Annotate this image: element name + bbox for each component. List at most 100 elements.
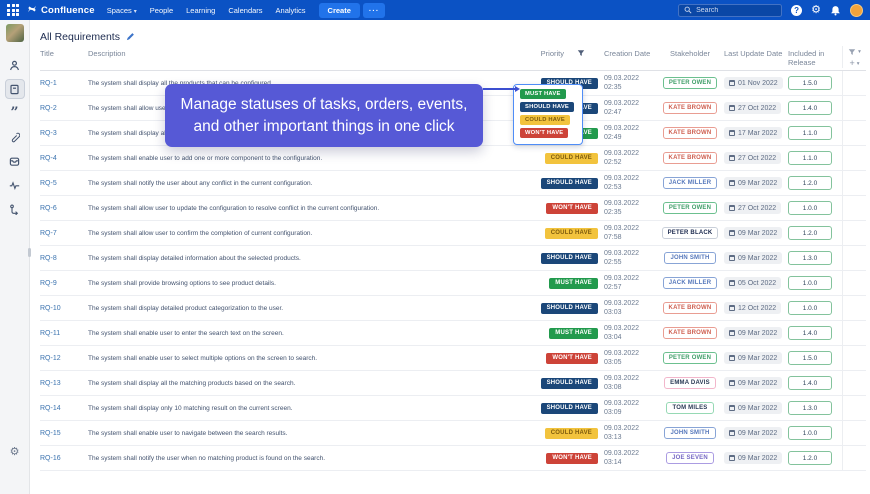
priority-option[interactable]: SHOULD HAVE: [520, 102, 574, 112]
last-update-chip[interactable]: 27 Oct 2022: [724, 202, 781, 214]
box-icon[interactable]: [5, 151, 25, 171]
search-box[interactable]: [678, 4, 782, 17]
priority-badge[interactable]: COULD HAVE: [545, 428, 598, 439]
last-update-chip[interactable]: 09 Mar 2022: [724, 327, 782, 339]
row-id-link[interactable]: RQ-14: [40, 405, 88, 412]
last-update-chip[interactable]: 09 Mar 2022: [724, 227, 782, 239]
release-chip[interactable]: 1.1.0: [788, 151, 832, 165]
row-id-link[interactable]: RQ-4: [40, 155, 88, 162]
release-chip[interactable]: 1.1.0: [788, 126, 832, 140]
stakeholder-chip[interactable]: PETER OWEN: [663, 77, 717, 89]
stakeholder-chip[interactable]: KATE BROWN: [663, 327, 718, 339]
nav-item-analytics[interactable]: Analytics: [276, 6, 306, 15]
activity-icon[interactable]: [5, 175, 25, 195]
sidebar-collapse-handle[interactable]: [28, 248, 31, 257]
row-id-link[interactable]: RQ-9: [40, 280, 88, 287]
release-chip[interactable]: 1.4.0: [788, 376, 832, 390]
stakeholder-chip[interactable]: JOHN SMITH: [664, 252, 715, 264]
priority-filter-icon[interactable]: [577, 49, 585, 59]
stakeholder-chip[interactable]: PETER OWEN: [663, 352, 717, 364]
help-icon[interactable]: ?: [791, 5, 802, 16]
priority-badge[interactable]: SHOULD HAVE: [541, 378, 598, 389]
last-update-chip[interactable]: 17 Mar 2022: [724, 127, 782, 139]
release-chip[interactable]: 1.3.0: [788, 251, 832, 265]
priority-option[interactable]: WON'T HAVE: [520, 128, 568, 138]
attachments-icon[interactable]: [5, 127, 25, 147]
release-chip[interactable]: 1.0.0: [788, 201, 832, 215]
search-input[interactable]: [696, 7, 776, 14]
release-chip[interactable]: 1.0.0: [788, 301, 832, 315]
stakeholder-chip[interactable]: KATE BROWN: [663, 302, 718, 314]
last-update-chip[interactable]: 09 Mar 2022: [724, 452, 782, 464]
user-avatar[interactable]: [850, 4, 863, 17]
release-chip[interactable]: 1.0.0: [788, 276, 832, 290]
last-update-chip[interactable]: 27 Oct 2022: [724, 102, 781, 114]
last-update-chip[interactable]: 09 Mar 2022: [724, 402, 782, 414]
settings-icon[interactable]: ⚙: [811, 5, 821, 16]
stakeholder-chip[interactable]: PETER BLACK: [662, 227, 719, 239]
priority-badge[interactable]: SHOULD HAVE: [541, 303, 598, 314]
stakeholder-chip[interactable]: JACK MILLER: [663, 177, 718, 189]
priority-badge[interactable]: WON'T HAVE: [546, 453, 598, 464]
stakeholder-chip[interactable]: KATE BROWN: [663, 102, 718, 114]
priority-option[interactable]: COULD HAVE: [520, 115, 570, 125]
stakeholder-chip[interactable]: KATE BROWN: [663, 127, 718, 139]
table-filter-button[interactable]: ▾: [848, 48, 861, 56]
nav-item-calendars[interactable]: Calendars: [228, 6, 262, 15]
stakeholder-chip[interactable]: JOHN SMITH: [664, 427, 715, 439]
create-button[interactable]: Create: [319, 3, 360, 18]
row-id-link[interactable]: RQ-6: [40, 205, 88, 212]
last-update-chip[interactable]: 09 Mar 2022: [724, 177, 782, 189]
row-id-link[interactable]: RQ-11: [40, 330, 88, 337]
priority-badge[interactable]: SHOULD HAVE: [541, 403, 598, 414]
priority-badge[interactable]: SHOULD HAVE: [541, 178, 598, 189]
release-chip[interactable]: 1.3.0: [788, 401, 832, 415]
notifications-icon[interactable]: [830, 5, 841, 16]
release-chip[interactable]: 1.2.0: [788, 226, 832, 240]
priority-badge[interactable]: MUST HAVE: [549, 328, 598, 339]
row-id-link[interactable]: RQ-15: [40, 430, 88, 437]
stakeholder-chip[interactable]: TOM MILES: [666, 402, 713, 414]
more-actions-button[interactable]: ···: [363, 3, 386, 18]
priority-badge[interactable]: WON'T HAVE: [546, 353, 598, 364]
row-id-link[interactable]: RQ-7: [40, 230, 88, 237]
nav-item-learning[interactable]: Learning: [186, 6, 215, 15]
priority-badge[interactable]: COULD HAVE: [545, 153, 598, 164]
pages-icon[interactable]: [5, 79, 25, 99]
priority-option[interactable]: MUST HAVE: [520, 89, 566, 99]
last-update-chip[interactable]: 09 Mar 2022: [724, 352, 782, 364]
priority-badge[interactable]: WON'T HAVE: [546, 203, 598, 214]
priority-badge[interactable]: COULD HAVE: [545, 228, 598, 239]
edit-title-button[interactable]: [126, 32, 135, 41]
quotes-icon[interactable]: ”: [5, 103, 25, 123]
stakeholder-chip[interactable]: EMMA DAVIS: [664, 377, 716, 389]
row-id-link[interactable]: RQ-12: [40, 355, 88, 362]
nav-item-spaces[interactable]: Spaces▾: [107, 6, 137, 15]
release-chip[interactable]: 1.2.0: [788, 176, 832, 190]
release-chip[interactable]: 1.4.0: [788, 326, 832, 340]
row-id-link[interactable]: RQ-5: [40, 180, 88, 187]
people-icon[interactable]: [5, 55, 25, 75]
release-chip[interactable]: 1.5.0: [788, 76, 832, 90]
space-avatar[interactable]: [6, 24, 24, 42]
stakeholder-chip[interactable]: PETER OWEN: [663, 202, 717, 214]
release-chip[interactable]: 1.5.0: [788, 351, 832, 365]
last-update-chip[interactable]: 12 Oct 2022: [724, 302, 781, 314]
last-update-chip[interactable]: 27 Oct 2022: [724, 152, 781, 164]
sidebar-settings-icon[interactable]: ⚙: [10, 445, 20, 458]
row-id-link[interactable]: RQ-1: [40, 80, 88, 87]
last-update-chip[interactable]: 05 Oct 2022: [724, 277, 781, 289]
stakeholder-chip[interactable]: JOE SEVEN: [666, 452, 714, 464]
release-chip[interactable]: 1.0.0: [788, 426, 832, 440]
priority-badge[interactable]: SHOULD HAVE: [541, 253, 598, 264]
row-id-link[interactable]: RQ-2: [40, 105, 88, 112]
release-chip[interactable]: 1.2.0: [788, 451, 832, 465]
last-update-chip[interactable]: 09 Mar 2022: [724, 252, 782, 264]
row-id-link[interactable]: RQ-10: [40, 305, 88, 312]
app-switcher-icon[interactable]: [7, 4, 19, 16]
row-id-link[interactable]: RQ-3: [40, 130, 88, 137]
last-update-chip[interactable]: 09 Mar 2022: [724, 427, 782, 439]
row-id-link[interactable]: RQ-13: [40, 380, 88, 387]
confluence-brand[interactable]: Confluence: [27, 1, 95, 19]
row-id-link[interactable]: RQ-16: [40, 455, 88, 462]
